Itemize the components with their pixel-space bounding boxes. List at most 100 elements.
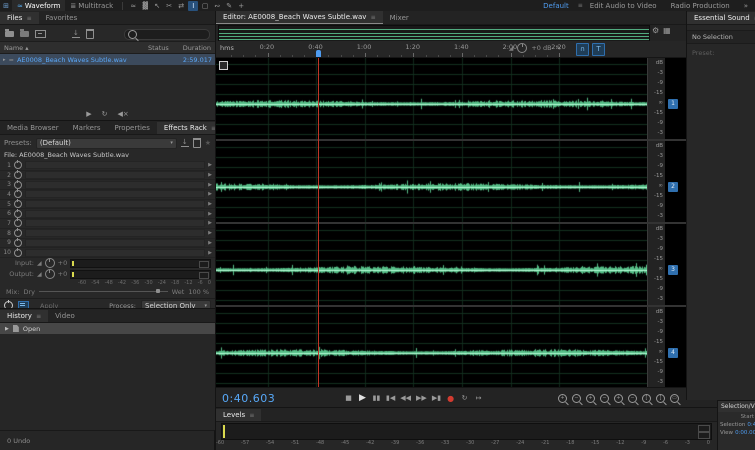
history-entry[interactable]: ▶ Open [0, 323, 215, 334]
play-button[interactable]: ▶ [358, 393, 367, 403]
zoom-to-selection-button[interactable]: ▭ [670, 393, 679, 403]
channel-band[interactable]: dB -3 -9 -15 ∞ -15 -9 -3 1 [216, 58, 687, 139]
gain-knob[interactable] [517, 43, 528, 53]
power-icon[interactable] [14, 189, 22, 199]
slot-field[interactable] [25, 248, 206, 257]
settings-gear-icon[interactable]: ⚙ [652, 26, 659, 35]
play-button[interactable]: ▶ [86, 110, 91, 118]
slot-arrow-icon[interactable]: ▶ [208, 172, 212, 178]
effect-slot[interactable]: 8 ▶ [0, 228, 215, 239]
zoom-in-button[interactable]: + [558, 393, 567, 403]
tab-media-browser[interactable]: Media Browser [0, 122, 66, 134]
pencil-icon[interactable]: ✎ [556, 44, 561, 52]
channel-waveform[interactable] [216, 307, 647, 388]
slot-field[interactable] [25, 209, 206, 218]
marquee-selection-tool-icon[interactable]: ▢ [200, 1, 210, 11]
workspace-default[interactable]: Default [543, 2, 569, 10]
power-icon[interactable] [14, 199, 22, 209]
time-selection-tool-icon[interactable]: I [188, 0, 199, 11]
channel-band[interactable]: dB -3 -9 -15 ∞ -15 -9 -3 2 [216, 141, 687, 222]
favorite-star-icon[interactable]: ★ [205, 139, 211, 147]
trash-icon[interactable] [85, 29, 94, 39]
channel-number-badge[interactable]: 4 [668, 348, 678, 358]
zoom-to-in-point-button[interactable]: [ [642, 393, 651, 403]
tab-markers[interactable]: Markers [66, 122, 108, 134]
waveform-view-tool-icon[interactable]: ≈ [128, 1, 138, 11]
channel-waveform[interactable] [216, 224, 647, 305]
slip-tool-icon[interactable]: ⇄ [176, 1, 186, 11]
tab-editor[interactable]: Editor: AE0008_Beach Waves Subtle.wav ≡ [216, 11, 383, 24]
expander-icon[interactable]: ▸ [3, 57, 6, 63]
zoom-out-time-button[interactable]: − [600, 393, 609, 403]
channel-number-badge[interactable]: 3 [668, 265, 678, 275]
marker-handle-icon[interactable] [219, 61, 228, 70]
slot-arrow-icon[interactable]: ▶ [208, 211, 212, 217]
file-name[interactable]: AE0008_Beach Waves Subtle.wav [17, 56, 183, 64]
channel-number-badge[interactable]: 2 [668, 182, 678, 192]
pause-button[interactable]: ▮▮ [372, 394, 381, 402]
skip-to-end-button[interactable]: ▶▮ [432, 394, 441, 402]
power-icon[interactable] [14, 237, 22, 247]
mix-slider[interactable] [38, 289, 168, 294]
channel-number-badge[interactable]: 1 [668, 99, 678, 109]
skip-to-start-button[interactable]: ▮◀ [386, 394, 395, 402]
preset-dropdown[interactable]: (Default) ▾ [35, 137, 177, 149]
effect-slot[interactable]: 2 ▶ [0, 170, 215, 181]
playhead-handle[interactable] [315, 50, 321, 57]
auto-play-mute-button[interactable]: ◀× [118, 110, 129, 118]
lasso-selection-tool-icon[interactable]: ∾ [212, 1, 222, 11]
playhead-line[interactable] [317, 58, 319, 387]
tab-effects-rack[interactable]: Effects Rack ≡ [156, 122, 224, 134]
effect-slot[interactable]: 4 ▶ [0, 189, 215, 200]
panel-menu-icon[interactable]: ≡ [27, 15, 32, 22]
panel-menu-icon[interactable]: ≡ [249, 412, 254, 419]
zoom-in-amplitude-button[interactable]: + [614, 393, 623, 403]
slot-field[interactable] [25, 200, 206, 209]
tab-essential-sound[interactable]: Essential Sound ≡ [687, 12, 755, 24]
slot-field[interactable] [25, 229, 206, 238]
spot-healing-tool-icon[interactable]: + [236, 1, 246, 11]
zoom-out-amplitude-button[interactable]: − [628, 393, 637, 403]
panel-menu-icon[interactable]: ≡ [36, 313, 41, 320]
skip-selection-button[interactable]: ↦ [474, 394, 483, 402]
slot-arrow-icon[interactable]: ▶ [208, 182, 212, 188]
power-icon[interactable] [14, 208, 22, 218]
import-folder-icon[interactable] [20, 29, 29, 37]
panel-menu-icon[interactable]: ≡ [371, 14, 376, 21]
channel-band[interactable]: dB -3 -9 -15 ∞ -15 -9 -3 4 [216, 307, 687, 388]
app-grid-icon[interactable]: ⊞ [1, 1, 11, 11]
volume-ramp-icon[interactable]: ◢ [509, 45, 514, 52]
spectral-view-tool-icon[interactable]: ▓ [140, 1, 150, 11]
zoom-navigator[interactable] [218, 25, 650, 42]
slot-arrow-icon[interactable]: ▶ [208, 201, 212, 207]
playhead-time-display[interactable]: 0:40.603 [222, 392, 275, 405]
slot-arrow-icon[interactable]: ▶ [208, 250, 212, 256]
move-tool-icon[interactable]: ↖ [152, 1, 162, 11]
power-icon[interactable] [14, 228, 22, 238]
import-file-icon[interactable]: ↓ [72, 30, 80, 38]
save-preset-icon[interactable]: ↓ [180, 139, 189, 147]
effect-slot[interactable]: 10 ▶ [0, 247, 215, 258]
paintbrush-tool-icon[interactable]: ✎ [224, 1, 234, 11]
timeline-ruler[interactable]: hms 0:20 0:40 1:00 1:20 1:40 2:00 2:20 ◢ +0 dB… [216, 41, 687, 58]
slot-arrow-icon[interactable]: ▶ [208, 240, 212, 246]
slot-arrow-icon[interactable]: ▶ [208, 191, 212, 197]
slot-field[interactable] [25, 219, 206, 228]
tab-properties[interactable]: Properties [107, 122, 156, 134]
file-row[interactable]: ▸ ≈ AE0008_Beach Waves Subtle.wav 2:59.017 [0, 54, 215, 65]
view-start-value[interactable]: 0:00.000 [735, 430, 755, 436]
effect-slot[interactable]: 1 ▶ [0, 160, 215, 171]
text-tool-icon[interactable]: T [592, 43, 605, 56]
slot-arrow-icon[interactable]: ▶ [208, 220, 212, 226]
zoom-to-out-point-button[interactable]: ] [656, 393, 665, 403]
workspace-overflow-chevron[interactable]: » [744, 2, 748, 10]
razor-tool-icon[interactable]: ✂ [164, 1, 174, 11]
tab-levels[interactable]: Levels ≡ [216, 409, 262, 421]
effect-slot[interactable]: 5 ▶ [0, 199, 215, 210]
open-file-icon[interactable] [5, 29, 14, 37]
slot-arrow-icon[interactable]: ▶ [208, 230, 212, 236]
power-icon[interactable] [14, 218, 22, 228]
power-icon[interactable] [14, 247, 22, 257]
slot-field[interactable] [25, 171, 206, 180]
column-name[interactable]: Name ▴ [4, 44, 29, 52]
